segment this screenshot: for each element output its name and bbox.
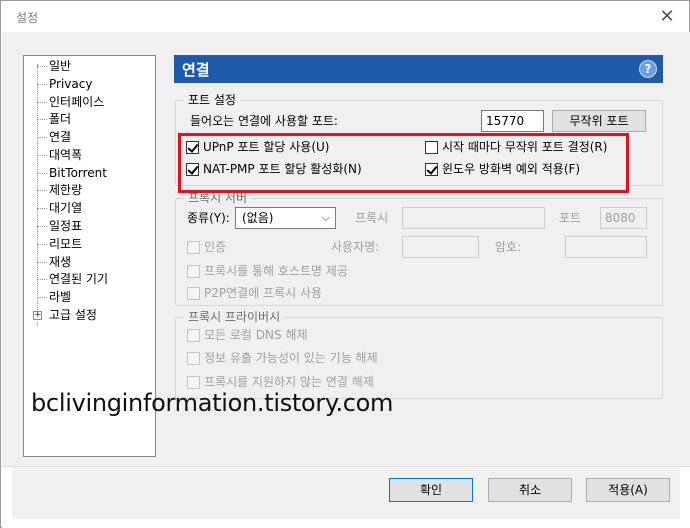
proxy-type-label: 종류(Y): [187,211,230,225]
hostname-via-proxy-checkbox[interactable] [187,265,200,278]
password-input[interactable] [565,236,647,258]
username-label: 사용자명: [331,240,380,254]
auth-label: 인증 [204,240,227,254]
disable-leak-features-checkbox[interactable] [187,352,200,365]
close-icon[interactable]: ✕ [657,7,677,27]
p2p-proxy-label: P2P연결에 프록시 사용 [204,286,323,300]
expand-plus-icon[interactable]: + [33,311,42,320]
panel-header: 연결 ? [174,55,663,83]
proxy-server-legend: 프록시 서버 [184,191,252,205]
auth-checkbox[interactable] [187,241,200,254]
random-port-button[interactable]: 무작위 포트 [552,110,646,132]
proxy-port-input[interactable]: 8080 [600,207,647,229]
settings-window: 설정 ✕ 일반 Privacy 인터페이스 폴더 연결 대역폭 BitTorre… [0,0,690,528]
cancel-button[interactable]: 취소 [488,478,572,502]
proxy-type-value: (없음) [242,211,274,225]
p2p-proxy-checkbox[interactable] [187,287,200,300]
password-label: 암호: [495,240,522,254]
page-title: 연결 [182,61,210,79]
chevron-down-icon: ⌵ [321,211,330,224]
port-input[interactable]: 15770 [481,110,544,132]
disable-unsupported-label: 프록시를 지원하지 않는 연결 해제 [204,375,374,389]
disable-dns-checkbox[interactable] [187,329,200,342]
ok-button[interactable]: 확인 [389,478,473,502]
apply-button[interactable]: 적용(A) [586,478,670,502]
username-input[interactable] [402,236,479,258]
proxy-type-select[interactable]: (없음) ⌵ [235,207,336,229]
watermark-text: bclivinginformation.tistory.com [31,389,394,417]
disable-dns-label: 모든 로컬 DNS 해제 [204,328,308,342]
proxy-port-label: 포트 [559,211,582,225]
disable-leak-features-label: 정보 유출 가능성이 있는 기능 해제 [204,351,378,365]
port-settings-legend: 포트 설정 [184,93,240,107]
hostname-via-proxy-label: 프록시를 통해 호스트명 제공 [204,264,348,278]
red-highlight-annotation [178,133,629,193]
title-bar: 설정 ✕ [1,1,689,32]
incoming-port-label: 들어오는 연결에 사용할 포트: [190,114,338,128]
proxy-host-input[interactable] [402,207,545,229]
footer-button-bar [12,467,680,519]
proxy-privacy-legend: 프록시 프라이버시 [184,310,285,324]
window-title: 설정 [16,11,39,25]
tree-connector-line [37,64,38,326]
proxy-host-label: 프록시 [355,211,389,225]
help-icon[interactable]: ? [639,60,657,78]
disable-unsupported-checkbox[interactable] [187,376,200,389]
